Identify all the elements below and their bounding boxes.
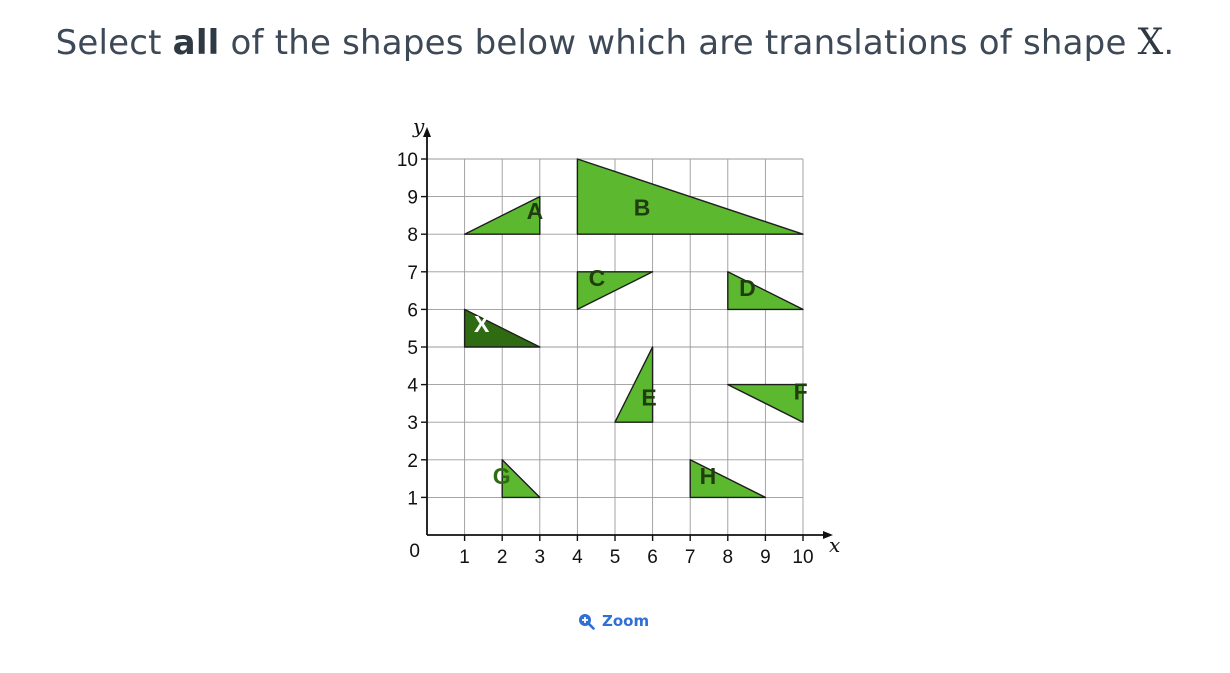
y-tick-label: 2 [407,451,418,472]
y-tick-label: 4 [407,376,418,397]
coordinate-grid-diagram: A B C D X E F G H 1 2 3 4 5 6 7 8 9 10 1 2 3 4 5 6 7 8 9 10 0 x y [397,114,840,568]
x-tick-label: 4 [572,547,583,568]
x-tick-label: 2 [497,547,508,568]
y-tick-label: 3 [407,413,418,434]
x-tick-label: 5 [610,547,621,568]
question-middle: of the shapes below which are translatio… [219,23,1138,63]
y-tick-label: 10 [397,150,418,171]
x-tick-label: 6 [647,547,658,568]
shape-label-c: C [589,265,606,291]
zoom-label: Zoom [602,612,650,630]
y-tick-label: 7 [407,263,418,284]
x-tick-label: 10 [792,547,813,568]
y-axis-label: y [412,114,425,138]
shape-label-d: D [739,275,756,301]
shape-label-a: A [527,198,544,224]
x-tick-label: 3 [535,547,546,568]
shape-label-x: X [474,311,490,337]
y-tick-label: 9 [407,188,418,209]
question-emphasis: all [172,23,220,63]
question-shape-variable: X [1137,22,1164,63]
shape-label-e: E [641,384,656,410]
x-axis-label: x [829,533,840,557]
shape-label-b: B [634,194,651,220]
x-tick-label: 8 [723,547,734,568]
question-text: Select all of the shapes below which are… [0,22,1230,63]
x-tick-label: 7 [685,547,696,568]
y-tick-label: 6 [407,300,418,321]
shapes-layer: A B C D X E F G H [463,158,808,499]
y-tick-label: 8 [407,225,418,246]
zoom-button[interactable]: Zoom [578,612,649,630]
y-tick-label: 1 [407,488,418,509]
shape-label-f: F [794,379,808,405]
x-tick-label: 1 [459,547,470,568]
x-tick-label: 9 [760,547,771,568]
shape-label-g: G [493,463,511,489]
zoom-in-icon [578,613,595,630]
question-suffix: . [1163,23,1175,63]
question-prefix: Select [55,23,173,63]
origin-label: 0 [409,541,420,562]
shape-label-h: H [700,463,717,489]
y-tick-label: 5 [407,338,418,359]
